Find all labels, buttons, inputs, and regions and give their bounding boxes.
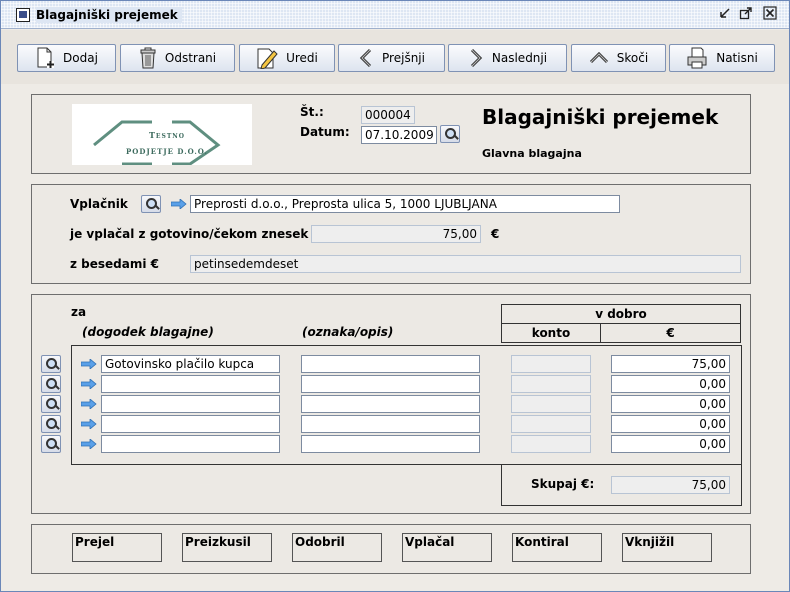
total-label: Skupaj €: xyxy=(531,477,595,491)
maximize-icon[interactable] xyxy=(738,6,754,22)
row-search-icon[interactable] xyxy=(41,395,61,413)
signature-approved[interactable]: Odobril xyxy=(292,533,382,562)
account-field xyxy=(511,415,591,433)
add-button-label: Dodaj xyxy=(63,51,98,65)
items-panel: za (dogodek blagajne) (oznaka/opis) v do… xyxy=(31,294,751,514)
previous-button[interactable]: Prejšnji xyxy=(338,44,445,72)
description-field[interactable] xyxy=(301,395,480,413)
items-table: Gotovinsko plačilo kupca 75,00 0,00 0,00… xyxy=(71,345,742,465)
edit-button[interactable]: Uredi xyxy=(239,44,335,72)
description-column-header: (oznaka/opis) xyxy=(302,325,394,339)
description-field[interactable] xyxy=(301,375,480,393)
signature-posted[interactable]: Vknjižil xyxy=(622,533,712,562)
event-field[interactable]: Gotovinsko plačilo kupca xyxy=(101,355,280,373)
total-box: Skupaj €: 75,00 xyxy=(501,464,742,506)
date-label: Datum: xyxy=(300,125,350,139)
print-button-label: Natisni xyxy=(716,51,758,65)
print-button[interactable]: Natisni xyxy=(669,44,775,72)
event-field[interactable] xyxy=(101,435,280,453)
amount-column-header: € xyxy=(600,323,741,343)
for-label: za xyxy=(71,305,87,319)
arrow-right-icon xyxy=(81,439,97,449)
account-field xyxy=(511,395,591,413)
description-field[interactable] xyxy=(301,415,480,433)
arrow-right-icon xyxy=(81,419,97,429)
arrow-right-icon xyxy=(81,379,97,389)
row-search-icon[interactable] xyxy=(41,415,61,433)
arrow-right-icon xyxy=(81,399,97,409)
account-field xyxy=(511,435,591,453)
payer-panel: Vplačnik Preprosti d.o.o., Preprosta uli… xyxy=(31,184,751,284)
row-search-icon[interactable] xyxy=(41,375,61,393)
event-field[interactable] xyxy=(101,415,280,433)
arrow-right-icon xyxy=(81,359,97,369)
amount-field[interactable]: 0,00 xyxy=(611,395,730,413)
jump-button[interactable]: Skoči xyxy=(571,44,666,72)
title-bar[interactable]: Blagajniški prejemek xyxy=(1,1,789,29)
description-field[interactable] xyxy=(301,355,480,373)
add-document-icon xyxy=(37,47,55,68)
remove-button-label: Odstrani xyxy=(164,51,217,65)
date-search-icon[interactable] xyxy=(440,125,460,143)
jump-icon xyxy=(589,51,608,64)
next-button[interactable]: Naslednji xyxy=(448,44,567,72)
jump-button-label: Skoči xyxy=(616,51,649,65)
logo-line-1: Testno xyxy=(148,130,186,140)
number-label: Št.: xyxy=(300,105,324,119)
company-logo: Testno podjetje d.o.o. xyxy=(72,104,252,166)
app-window: Blagajniški prejemek Dodaj Odstrani Ured… xyxy=(0,0,790,592)
trash-icon xyxy=(140,47,156,69)
next-icon xyxy=(470,48,483,68)
edit-button-label: Uredi xyxy=(286,51,318,65)
document-title: Blagajniški prejemek xyxy=(482,105,719,129)
credit-header: v dobro xyxy=(501,304,741,324)
description-field[interactable] xyxy=(301,435,480,453)
account-field xyxy=(511,375,591,393)
signature-paid[interactable]: Vplačal xyxy=(402,533,492,562)
words-label: z besedami € xyxy=(70,257,160,271)
toolbar: Dodaj Odstrani Uredi Prejšnji Naslednji … xyxy=(1,30,789,84)
words-field: petinsedemdeset xyxy=(190,255,741,273)
cash-register-name: Glavna blagajna xyxy=(482,147,582,160)
signature-received[interactable]: Prejel xyxy=(72,533,162,562)
signature-checked[interactable]: Preizkusil xyxy=(182,533,272,562)
remove-button[interactable]: Odstrani xyxy=(120,44,235,72)
signatures-panel: Prejel Preizkusil Odobril Vplačal Kontir… xyxy=(31,524,751,574)
row-search-icon[interactable] xyxy=(41,355,61,373)
close-icon[interactable] xyxy=(762,6,778,22)
number-field: 000004 xyxy=(361,106,415,124)
logo-line-2: podjetje d.o.o. xyxy=(126,147,208,156)
amount-label: je vplačal z gotovino/čekom znesek xyxy=(70,227,309,241)
print-icon xyxy=(687,47,707,69)
payer-label: Vplačnik xyxy=(70,197,128,211)
arrow-right-icon xyxy=(171,199,187,209)
event-field[interactable] xyxy=(101,395,280,413)
date-field[interactable]: 07.10.2009 xyxy=(361,126,437,144)
signature-accounted[interactable]: Kontiral xyxy=(512,533,602,562)
edit-icon xyxy=(257,48,278,69)
window-title: Blagajniški prejemek xyxy=(36,7,182,23)
app-icon xyxy=(16,8,30,22)
amount-field[interactable]: 0,00 xyxy=(611,435,730,453)
next-button-label: Naslednji xyxy=(491,51,548,65)
amount-field: 75,00 xyxy=(311,225,481,243)
event-field[interactable] xyxy=(101,375,280,393)
payer-search-icon[interactable] xyxy=(141,195,161,213)
total-field: 75,00 xyxy=(611,476,730,494)
amount-field[interactable]: 0,00 xyxy=(611,415,730,433)
header-panel: Testno podjetje d.o.o. Št.: 000004 Datum… xyxy=(31,94,751,174)
event-column-header: (dogodek blagajne) xyxy=(82,325,214,339)
amount-field[interactable]: 75,00 xyxy=(611,355,730,373)
minimize-icon[interactable] xyxy=(717,6,733,22)
row-search-icon[interactable] xyxy=(41,435,61,453)
add-button[interactable]: Dodaj xyxy=(17,44,116,72)
amount-currency: € xyxy=(491,227,500,241)
previous-button-label: Prejšnji xyxy=(382,51,425,65)
amount-field[interactable]: 0,00 xyxy=(611,375,730,393)
payer-field[interactable]: Preprosti d.o.o., Preprosta ulica 5, 100… xyxy=(190,195,620,213)
previous-icon xyxy=(359,48,372,68)
account-column-header: konto xyxy=(501,323,601,343)
account-field xyxy=(511,355,591,373)
